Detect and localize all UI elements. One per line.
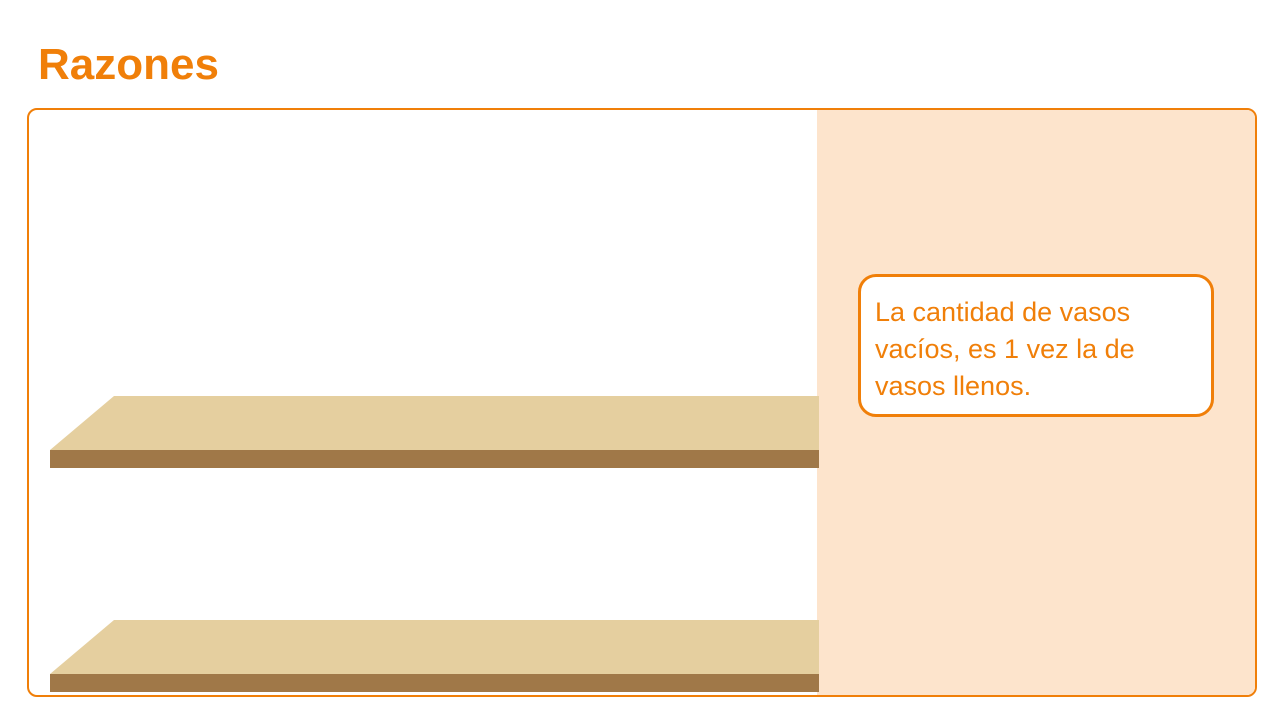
shelf-bottom (50, 618, 819, 693)
callout-box: La cantidad de vasos vacíos, es 1 vez la… (858, 274, 1214, 417)
page-title: Razones (38, 40, 219, 89)
shelf-bottom-surface (50, 620, 819, 674)
shelf-top-surface (50, 396, 819, 450)
shelf-top-front (50, 450, 819, 468)
callout-text: La cantidad de vasos vacíos, es 1 vez la… (875, 297, 1135, 401)
shelf-top (50, 394, 819, 469)
shelf-bottom-front (50, 674, 819, 692)
shelf-top-graphic (50, 396, 819, 468)
shelf-bottom-graphic (50, 620, 819, 692)
